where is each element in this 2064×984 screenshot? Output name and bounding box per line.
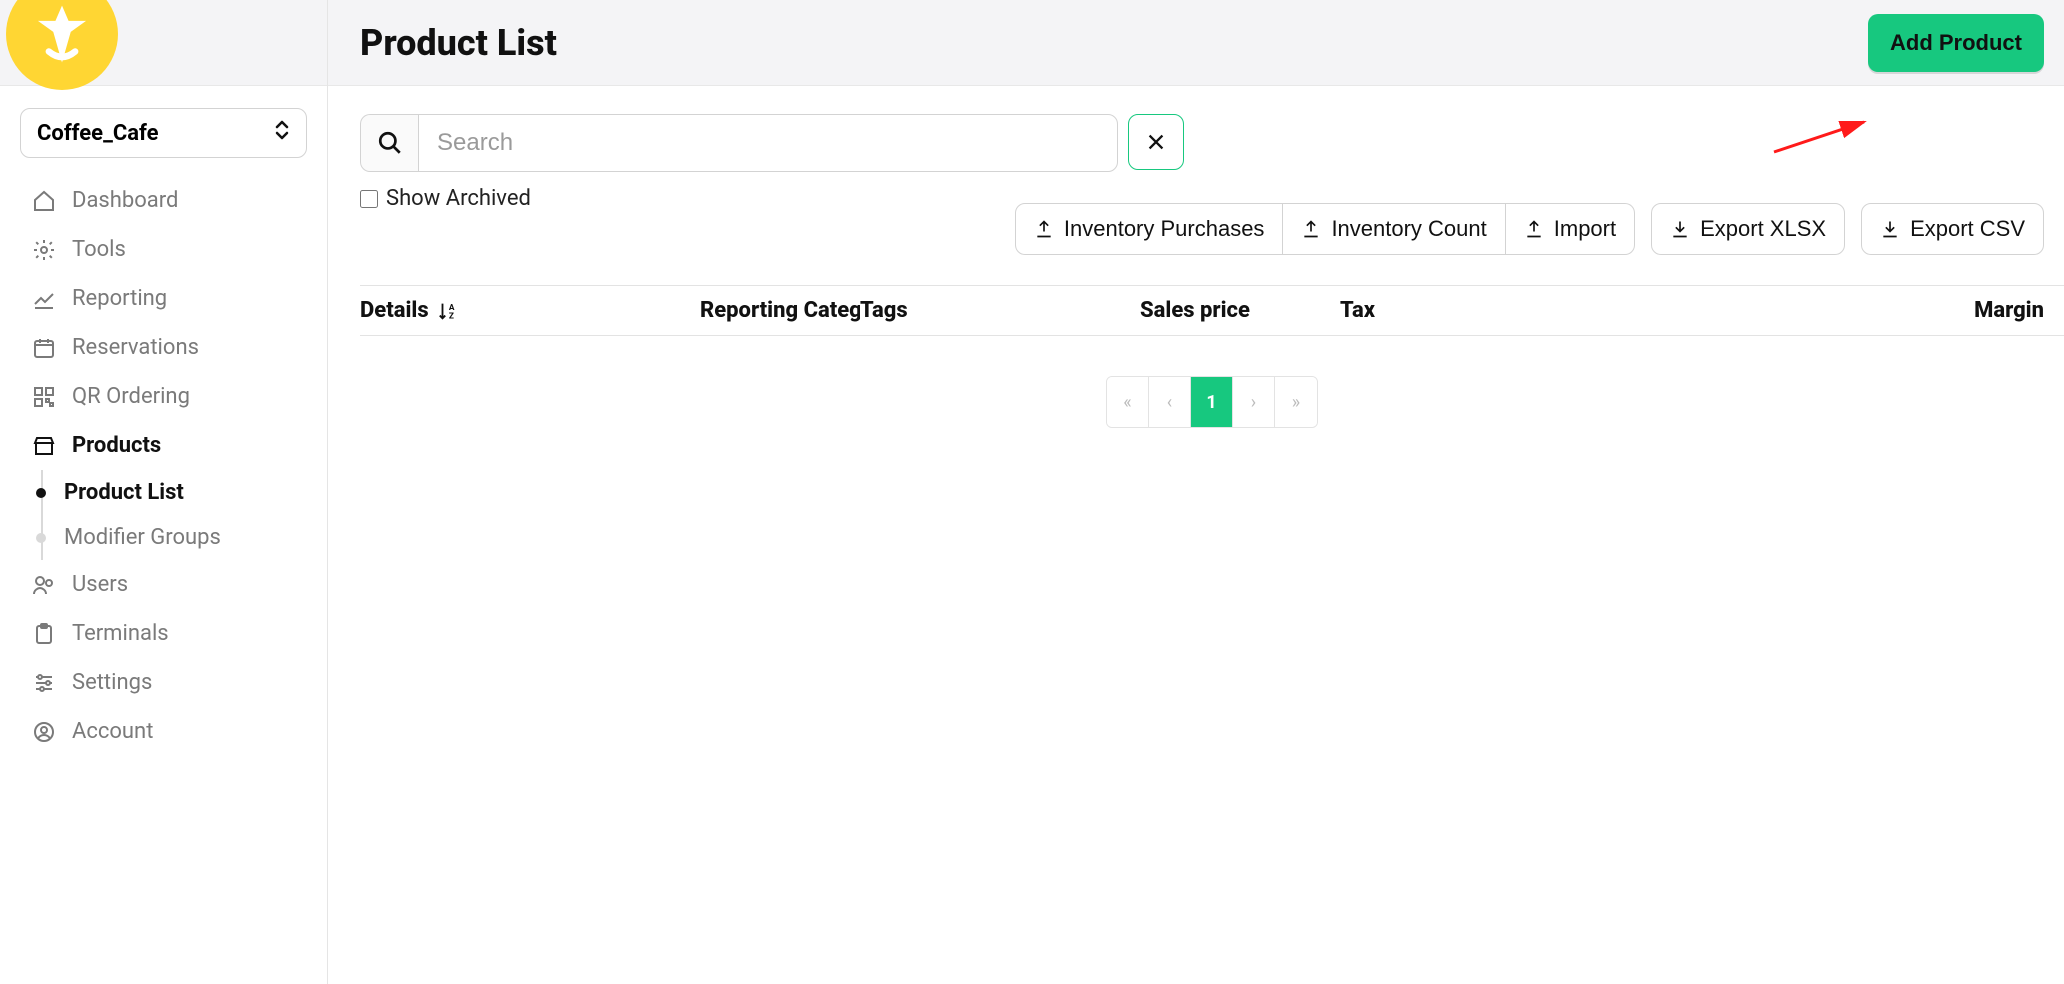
sidebar-item-reporting[interactable]: Reporting	[20, 274, 307, 323]
dot-icon	[36, 488, 46, 498]
sidebar-item-label: Users	[72, 572, 128, 597]
account-icon	[32, 720, 56, 744]
chevron-updown-icon	[274, 119, 290, 147]
page-next-button[interactable]: ›	[1233, 377, 1275, 427]
page-last-button[interactable]: »	[1275, 377, 1317, 427]
dot-icon	[36, 533, 46, 543]
inventory-purchases-button[interactable]: Inventory Purchases	[1015, 203, 1284, 255]
col-margin[interactable]: Margin	[1500, 298, 2064, 323]
col-label: Margin	[1974, 298, 2044, 323]
sidebar-item-label: Dashboard	[72, 188, 178, 213]
sidebar-item-users[interactable]: Users	[20, 560, 307, 609]
close-icon	[1145, 131, 1167, 153]
upload-icon	[1524, 219, 1544, 239]
sidebar-item-account[interactable]: Account	[20, 707, 307, 756]
pagination: « ‹ 1 › »	[360, 376, 2064, 428]
sidebar-item-label: Settings	[72, 670, 152, 695]
btn-label: Inventory Count	[1331, 216, 1486, 242]
import-button[interactable]: Import	[1506, 203, 1635, 255]
download-icon	[1880, 219, 1900, 239]
col-category[interactable]: Reporting Category	[700, 298, 860, 323]
col-price[interactable]: Sales price	[1140, 298, 1340, 323]
sidebar-item-qr-ordering[interactable]: QR Ordering	[20, 372, 307, 421]
btn-label: Export XLSX	[1700, 216, 1826, 242]
svg-text:Z: Z	[449, 311, 454, 321]
sliders-icon	[32, 671, 56, 695]
page-current[interactable]: 1	[1191, 377, 1233, 427]
btn-label: Import	[1554, 216, 1616, 242]
sidebar-item-reservations[interactable]: Reservations	[20, 323, 307, 372]
import-group: Inventory Purchases Inventory Count Impo…	[1015, 203, 1635, 255]
col-details[interactable]: Details AZ	[360, 298, 700, 323]
sidebar-item-terminals[interactable]: Terminals	[20, 609, 307, 658]
main: Product List Add Product Show Archived	[328, 0, 2064, 984]
col-label: Tax	[1340, 298, 1375, 323]
col-label: Reporting Category	[700, 298, 860, 323]
nav: Dashboard Tools Reporting Reservations Q…	[0, 176, 327, 756]
chart-icon	[32, 287, 56, 311]
sidebar-item-label: QR Ordering	[72, 384, 190, 409]
sidebar-item-settings[interactable]: Settings	[20, 658, 307, 707]
search-row	[360, 114, 2064, 172]
store-name: Coffee_Cafe	[37, 121, 159, 146]
gear-icon	[32, 238, 56, 262]
home-icon	[32, 189, 56, 213]
col-label: Details	[360, 298, 429, 323]
sidebar-item-label: Reservations	[72, 335, 199, 360]
sidebar: Coffee_Cafe Dashboard Tools Reporting Re…	[0, 0, 328, 984]
sidebar-item-label: Products	[72, 433, 161, 458]
add-product-button[interactable]: Add Product	[1868, 14, 2044, 72]
qr-icon	[32, 385, 56, 409]
logo-area	[0, 0, 327, 86]
export-xlsx-button[interactable]: Export XLSX	[1651, 203, 1845, 255]
col-tags[interactable]: Tags	[860, 298, 1140, 323]
table: Details AZ Reporting Category Tags Sales…	[360, 285, 2064, 336]
clear-search-button[interactable]	[1128, 114, 1184, 170]
show-archived-label: Show Archived	[386, 186, 531, 211]
inventory-count-button[interactable]: Inventory Count	[1283, 203, 1505, 255]
btn-label: Export CSV	[1910, 216, 2025, 242]
sidebar-item-label: Account	[72, 719, 153, 744]
sub-item-label: Modifier Groups	[64, 525, 221, 550]
brand-logo-icon	[27, 0, 97, 69]
col-label: Sales price	[1140, 298, 1250, 323]
store-icon	[32, 434, 56, 458]
col-label: Tags	[860, 298, 908, 323]
clipboard-icon	[32, 622, 56, 646]
toolbar: Inventory Purchases Inventory Count Impo…	[360, 203, 2064, 255]
sidebar-item-products[interactable]: Products	[20, 421, 307, 470]
upload-icon	[1301, 219, 1321, 239]
sidebar-item-label: Reporting	[72, 286, 167, 311]
show-archived-checkbox[interactable]	[360, 190, 378, 208]
sub-item-modifier-groups[interactable]: Modifier Groups	[45, 515, 307, 560]
sidebar-item-tools[interactable]: Tools	[20, 225, 307, 274]
content: Show Archived Inventory Purchases Invent…	[328, 86, 2064, 428]
export-csv-button[interactable]: Export CSV	[1861, 203, 2044, 255]
search-icon	[360, 114, 418, 172]
sidebar-item-label: Tools	[72, 237, 126, 262]
table-header: Details AZ Reporting Category Tags Sales…	[360, 285, 2064, 336]
page-prev-button[interactable]: ‹	[1149, 377, 1191, 427]
sidebar-item-label: Terminals	[72, 621, 169, 646]
search-input[interactable]	[418, 114, 1118, 172]
sub-nav-products: Product List Modifier Groups	[44, 470, 307, 560]
brand-logo	[6, 0, 118, 90]
topbar: Product List Add Product	[328, 0, 2064, 86]
sort-az-icon: AZ	[437, 300, 459, 322]
sub-item-label: Product List	[64, 480, 184, 505]
col-tax[interactable]: Tax	[1340, 298, 1500, 323]
page-title: Product List	[360, 22, 557, 64]
page-first-button[interactable]: «	[1107, 377, 1149, 427]
sidebar-item-dashboard[interactable]: Dashboard	[20, 176, 307, 225]
store-selector[interactable]: Coffee_Cafe	[20, 108, 307, 158]
btn-label: Inventory Purchases	[1064, 216, 1265, 242]
download-icon	[1670, 219, 1690, 239]
upload-icon	[1034, 219, 1054, 239]
calendar-icon	[32, 336, 56, 360]
sub-item-product-list[interactable]: Product List	[45, 470, 307, 515]
users-icon	[32, 573, 56, 597]
